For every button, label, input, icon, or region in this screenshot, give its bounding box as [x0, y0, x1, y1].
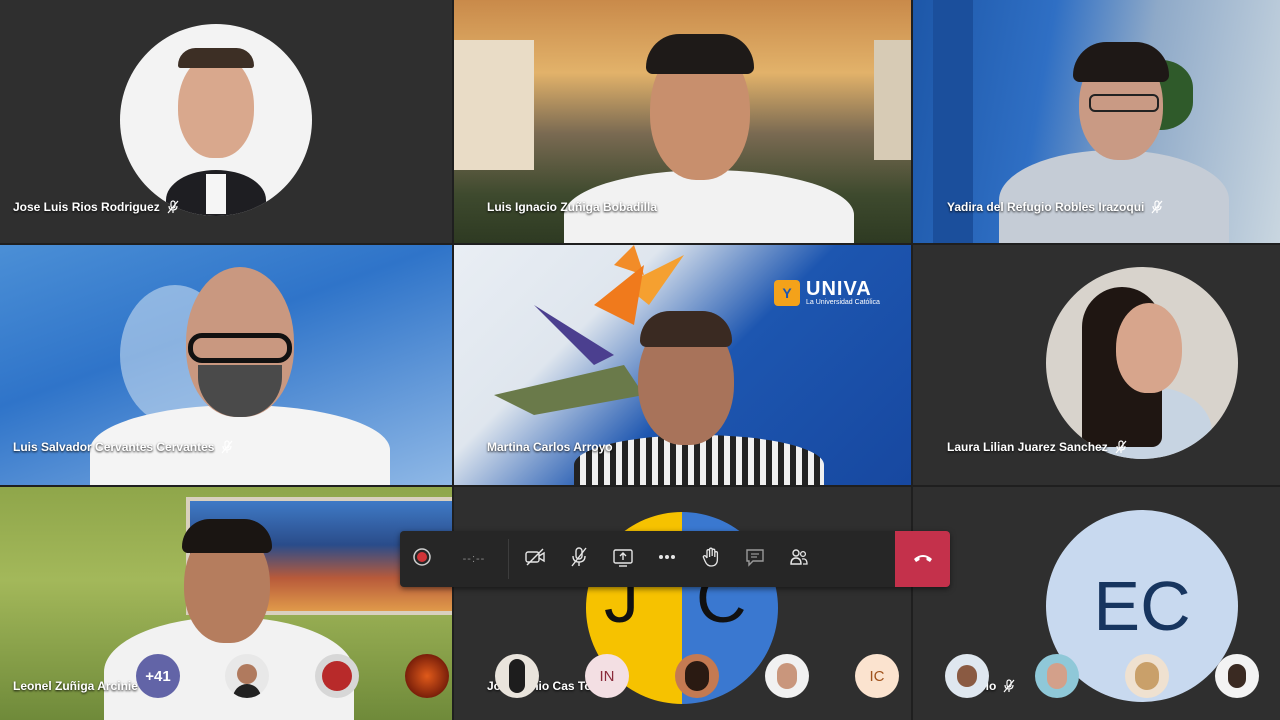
strip-avatar-photo[interactable]	[765, 654, 809, 698]
strip-avatar-photo[interactable]	[225, 654, 269, 698]
camera-toggle-button[interactable]	[513, 531, 557, 587]
participant-name: Luis Salvador Cervantes Cervantes	[13, 440, 215, 454]
share-screen-button[interactable]	[601, 531, 645, 587]
participant-name-tag: Leonel Zuñiga Arcinie	[13, 679, 138, 693]
logo-tagline: La Universidad Católica	[806, 299, 880, 306]
chat-button[interactable]	[733, 531, 777, 587]
participant-photo	[1046, 267, 1238, 459]
participant-tile[interactable]: Luis Ignacio Zuñiga Bobadilla	[454, 0, 911, 243]
chat-icon	[744, 546, 766, 573]
strip-avatar-photo[interactable]	[495, 654, 539, 698]
strip-avatar-initials[interactable]: IN	[585, 654, 629, 698]
participants-button[interactable]	[777, 531, 821, 587]
overflow-count-button[interactable]: +41	[136, 654, 180, 698]
hang-up-icon	[912, 546, 934, 573]
participant-photo	[120, 24, 312, 216]
meeting-timer: --:--	[462, 553, 486, 565]
strip-avatar-photo[interactable]	[675, 654, 719, 698]
participants-icon	[788, 546, 810, 573]
strip-avatar-initials[interactable]: IC	[855, 654, 899, 698]
participant-tile[interactable]: Yadira del Refugio Robles Irazoqui	[913, 0, 1280, 243]
participant-name: Leonel Zuñiga Arcinie	[13, 679, 138, 693]
overflow-count: +41	[145, 667, 171, 685]
initials-text: EC	[1093, 567, 1191, 645]
share-screen-icon	[612, 546, 634, 573]
participant-name-tag: Luis Salvador Cervantes Cervantes	[13, 440, 234, 454]
participant-tile[interactable]: Laura Lilian Juarez Sanchez	[913, 245, 1280, 485]
strip-avatar-photo[interactable]	[1215, 654, 1259, 698]
more-options-button[interactable]	[645, 531, 689, 587]
mic-toggle-button[interactable]	[557, 531, 601, 587]
participant-tile[interactable]: Luis Salvador Cervantes Cervantes	[0, 245, 452, 485]
raise-hand-icon	[700, 546, 722, 573]
meeting-toolbar: --:--	[400, 531, 950, 587]
participant-name: Jose Luis Rios Rodriguez	[13, 200, 160, 214]
participant-name: Yadira del Refugio Robles Irazoqui	[947, 200, 1145, 214]
strip-avatar-photo[interactable]	[945, 654, 989, 698]
mic-off-icon	[220, 440, 234, 454]
hang-up-button[interactable]	[895, 531, 950, 587]
person-head	[178, 54, 254, 158]
toolbar-divider	[508, 539, 509, 579]
mic-off-icon	[1002, 679, 1016, 693]
participant-name-tag: Luis Ignacio Zuñiga Bobadilla	[487, 200, 657, 214]
person-head	[1116, 303, 1182, 393]
strip-avatar-photo[interactable]	[405, 654, 449, 698]
mic-off-icon	[568, 546, 590, 573]
initials-text: IC	[869, 667, 885, 685]
record-icon	[411, 546, 433, 573]
mic-off-icon	[166, 200, 180, 214]
participant-name-tag: Laura Lilian Juarez Sanchez	[947, 440, 1128, 454]
initials-text: IN	[599, 667, 615, 685]
participant-name-tag: Yadira del Refugio Robles Irazoqui	[947, 200, 1164, 214]
participant-tile[interactable]: Jose Luis Rios Rodriguez	[0, 0, 452, 243]
participant-name: Laura Lilian Juarez Sanchez	[947, 440, 1108, 454]
participant-name-tag: Jose Luis Rios Rodriguez	[13, 200, 180, 214]
camera-off-icon	[524, 546, 546, 573]
person-body	[999, 150, 1229, 243]
mic-off-icon	[1150, 200, 1164, 214]
logo-brand: UNIVA	[806, 278, 872, 300]
raise-hand-button[interactable]	[689, 531, 733, 587]
more-options-icon	[656, 546, 678, 573]
univa-logo: Y UNIVA La Universidad Católica	[774, 279, 880, 306]
participant-name-tag: Martina Carlos Arroyo	[487, 440, 613, 454]
record-button[interactable]	[400, 531, 444, 587]
strip-avatar-photo[interactable]	[1125, 654, 1169, 698]
strip-avatar-photo[interactable]	[315, 654, 359, 698]
mic-off-icon	[1114, 440, 1128, 454]
participant-tile[interactable]: Y UNIVA La Universidad Católica Martina …	[454, 245, 911, 485]
strip-avatar-photo[interactable]	[1035, 654, 1079, 698]
video-grid: Jose Luis Rios Rodriguez Luis Ignacio Zu…	[0, 0, 1280, 720]
participant-name: Martina Carlos Arroyo	[487, 440, 613, 454]
participant-name: Luis Ignacio Zuñiga Bobadilla	[487, 200, 658, 214]
